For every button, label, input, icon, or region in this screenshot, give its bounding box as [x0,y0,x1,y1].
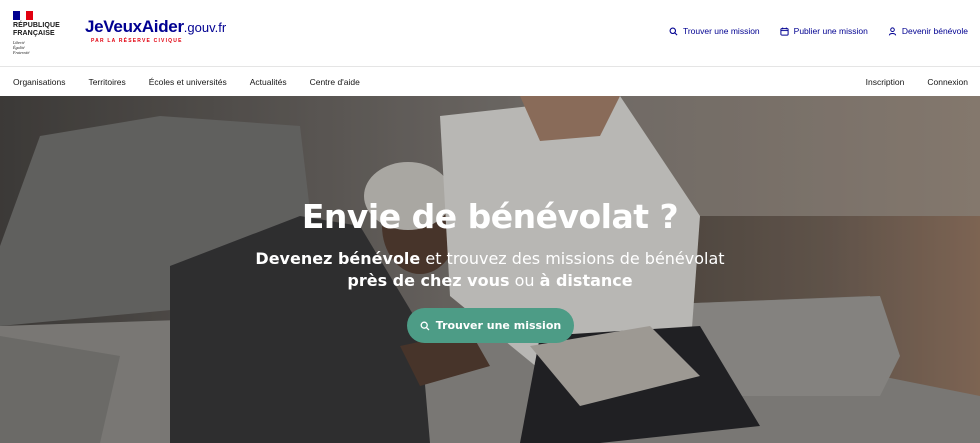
calendar-icon [780,27,789,36]
hero-subtitle-emphasis: à distance [539,271,633,290]
logo-wordmark: JeVeuxAider.gouv.fr [85,18,226,37]
main-navigation: Organisations Territoires Écoles et univ… [0,66,980,96]
republic-motto: Liberté Égalité Fraternité [13,40,65,55]
nav-item-inscription[interactable]: Inscription [866,77,905,87]
nav-left-group: Organisations Territoires Écoles et univ… [13,67,360,97]
header-link-label: Publier une mission [793,26,868,36]
header-link-devenir-benevole[interactable]: Devenir bénévole [888,26,968,36]
header-quick-links: Trouver une mission Publier une mission … [669,26,968,36]
hero-subtitle-text: et trouvez des missions de bénévolat [420,249,725,268]
rf-title-line2: FRANÇAISE [13,30,55,37]
find-mission-button-label: Trouver une mission [435,319,562,332]
republique-francaise-block[interactable]: RÉPUBLIQUE FRANÇAISE Liberté Égalité Fra… [13,11,65,55]
user-icon [888,26,896,36]
hero-title: Envie de bénévolat ? [301,197,679,236]
header-link-label: Trouver une mission [682,26,760,36]
french-flag-icon [13,11,34,20]
nav-item-organisations[interactable]: Organisations [13,77,65,87]
hero-subtitle-emphasis: près de chez vous [347,271,510,290]
find-mission-button[interactable]: Trouver une mission [407,308,574,343]
rf-title-line1: RÉPUBLIQUE [13,22,60,29]
logo-subtitle: PAR LA RÉSERVE CIVIQUE [91,38,183,44]
nav-item-ecoles-universites[interactable]: Écoles et universités [149,77,227,87]
nav-right-group: Inscription Connexion [866,67,968,97]
header-link-publier-mission[interactable]: Publier une mission [780,26,868,36]
header-link-trouver-mission[interactable]: Trouver une mission [669,26,760,36]
republique-francaise-title: RÉPUBLIQUE FRANÇAISE [13,22,65,38]
nav-item-centre-aide[interactable]: Centre d'aide [310,77,360,87]
nav-item-territoires[interactable]: Territoires [88,77,125,87]
search-icon [420,321,430,330]
hero-subtitle-line1: Devenez bénévole et trouvez des missions… [0,249,980,268]
motto-line3: Fraternité [13,50,30,55]
hero-subtitle-text: ou [509,271,540,290]
nav-item-actualites[interactable]: Actualités [250,77,287,87]
search-icon [669,27,678,35]
hero-subtitle-line2: près de chez vous ou à distance [0,271,980,290]
site-header: RÉPUBLIQUE FRANÇAISE Liberté Égalité Fra… [0,0,980,66]
logo-main-text: JeVeuxAider [85,17,184,36]
nav-item-connexion[interactable]: Connexion [927,77,968,87]
jeveuxaider-logo[interactable]: JeVeuxAider.gouv.fr PAR LA RÉSERVE CIVIQ… [85,18,226,45]
hero-overlay [0,96,980,443]
logo-suffix-text: .gouv.fr [183,20,227,35]
hero-subtitle-emphasis: Devenez bénévole [255,249,421,268]
header-link-label: Devenir bénévole [901,26,968,36]
hero-banner: Envie de bénévolat ? Devenez bénévole et… [0,96,980,443]
